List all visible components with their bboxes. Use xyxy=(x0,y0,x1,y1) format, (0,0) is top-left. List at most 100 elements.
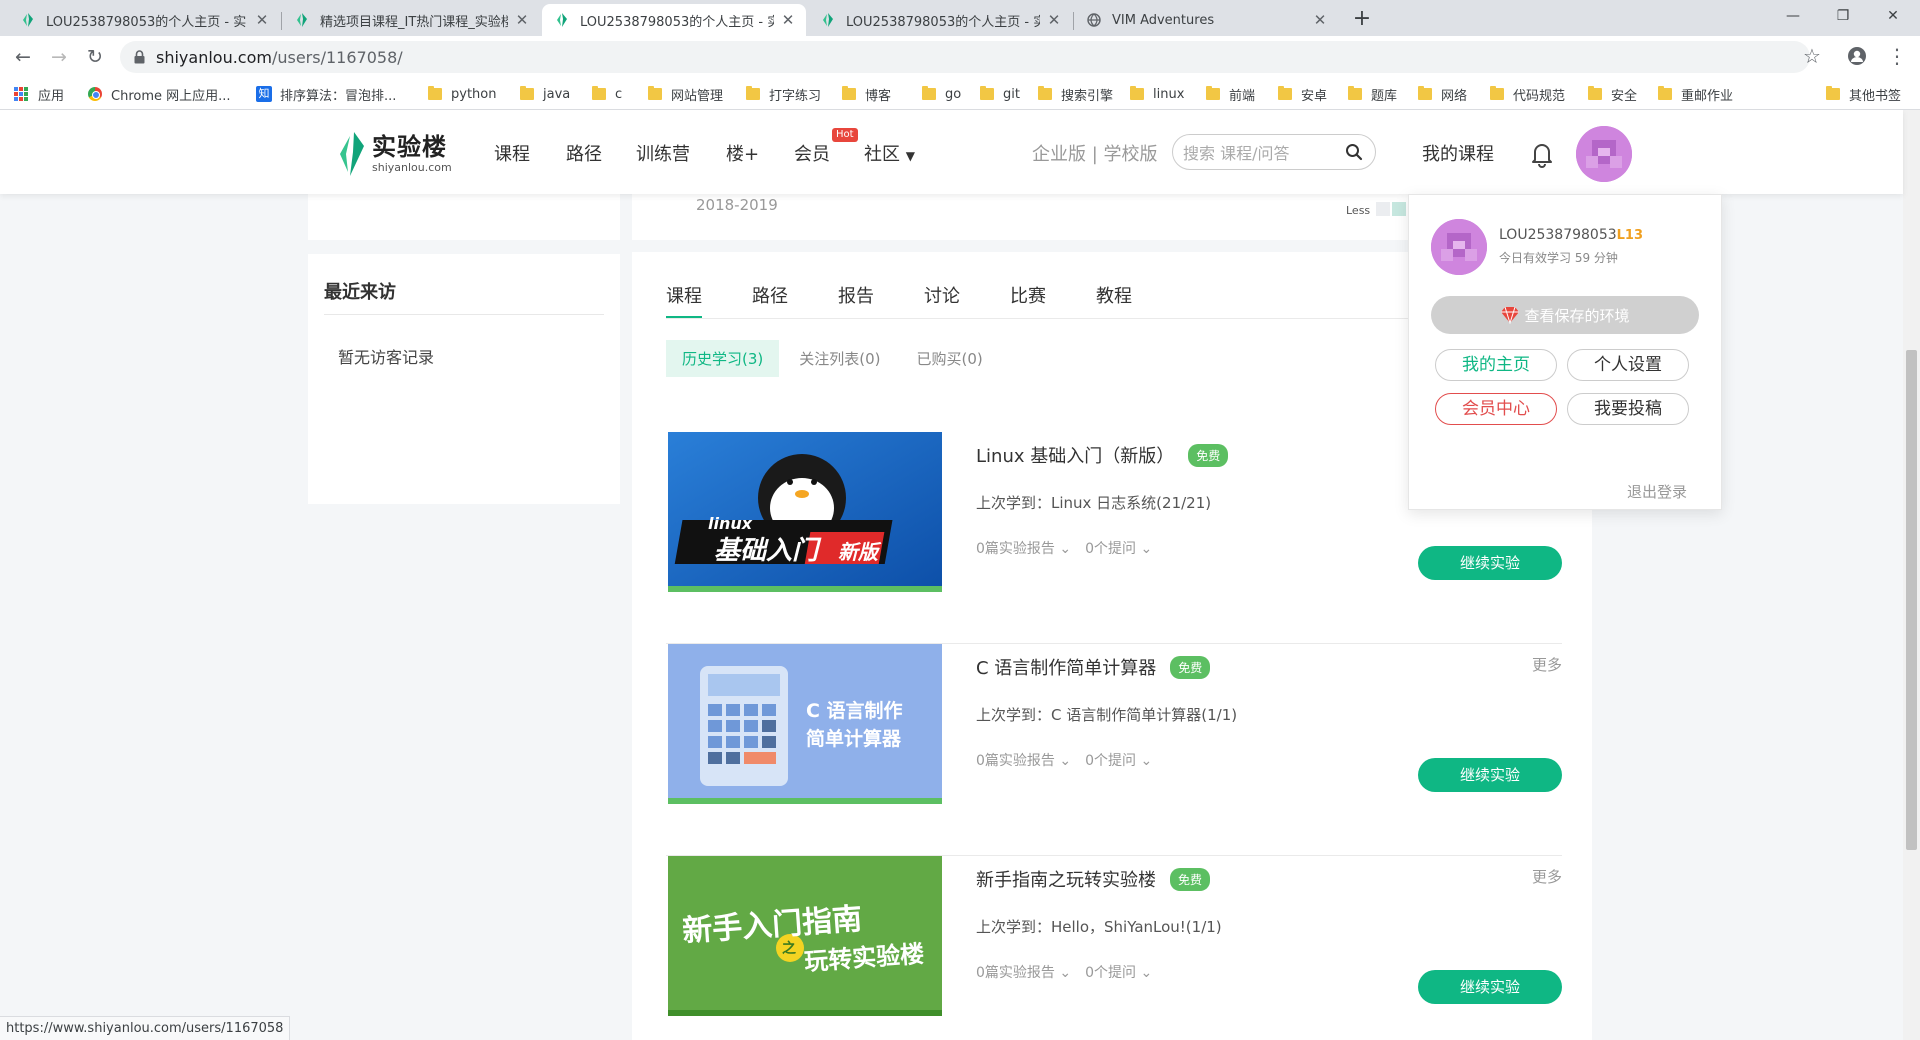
bookmark-item[interactable]: 重邮作业 xyxy=(1658,84,1733,104)
nav-community[interactable]: 社区 ▼ xyxy=(864,140,915,166)
tab-reports[interactable]: 报告 xyxy=(838,282,874,319)
calendar-year[interactable]: 2018-2019 xyxy=(696,196,778,214)
bookmark-label: git xyxy=(1003,86,1020,102)
bookmark-item[interactable]: 前端 xyxy=(1206,84,1255,104)
nav-vip[interactable]: 会员 xyxy=(794,140,830,166)
scrollbar-thumb[interactable] xyxy=(1906,350,1917,850)
dropdown-avatar[interactable] xyxy=(1431,219,1487,275)
course-title[interactable]: Linux 基础入门（新版） 免费 xyxy=(976,442,1229,468)
tab-tutorials[interactable]: 教程 xyxy=(1096,282,1132,319)
enterprise-school-link[interactable]: 企业版 | 学校版 xyxy=(1032,140,1158,166)
minimize-button[interactable]: — xyxy=(1770,0,1816,32)
more-link[interactable]: 更多 xyxy=(1532,654,1562,675)
questions-dropdown[interactable]: 0个提问 ⌄ xyxy=(1085,538,1152,558)
profile-icon[interactable] xyxy=(1847,46,1867,66)
browser-tab[interactable]: 精选项目课程_IT热门课程_实验楼 ✕ xyxy=(282,4,540,36)
nav-bootcamp[interactable]: 训练营 xyxy=(636,140,690,166)
user-avatar[interactable] xyxy=(1576,126,1632,182)
browser-tab[interactable]: LOU2538798053的个人主页 - 实 ✕ xyxy=(8,4,280,36)
address-bar[interactable]: shiyanlou.com/users/1167058/ xyxy=(120,41,1810,73)
reload-icon[interactable]: ↻ xyxy=(82,44,108,70)
browser-tab-active[interactable]: LOU2538798053的个人主页 - 实 ✕ xyxy=(542,4,806,36)
bookmark-item[interactable]: 网站管理 xyxy=(648,84,723,104)
forward-arrow-icon[interactable]: → xyxy=(46,44,72,70)
bookmark-star-icon[interactable]: ☆ xyxy=(1803,44,1821,68)
questions-dropdown[interactable]: 0个提问 ⌄ xyxy=(1085,962,1152,982)
course-thumbnail-guide[interactable]: 新手入门指南 之 玩转实验楼 xyxy=(668,856,942,1016)
back-arrow-icon[interactable]: ← xyxy=(10,44,36,70)
tab-contests[interactable]: 比赛 xyxy=(1010,282,1046,319)
tab-courses[interactable]: 课程 xyxy=(666,282,702,319)
bell-icon[interactable] xyxy=(1528,140,1556,168)
bookmark-item[interactable]: python xyxy=(428,84,496,104)
more-link[interactable]: 更多 xyxy=(1532,866,1562,887)
course-thumbnail-linux[interactable]: linux 基础入门 新版 xyxy=(668,432,942,592)
bookmark-item[interactable]: 搜索引擎 xyxy=(1038,84,1113,104)
nav-louplus[interactable]: 楼+ xyxy=(726,140,759,166)
close-icon[interactable]: ✕ xyxy=(254,11,270,29)
continue-button[interactable]: 继续实验 xyxy=(1418,546,1562,580)
nav-courses[interactable]: 课程 xyxy=(494,140,530,166)
tab-paths[interactable]: 路径 xyxy=(752,282,788,319)
search-input[interactable]: 搜索 课程/问答 xyxy=(1183,140,1345,164)
personal-settings-button[interactable]: 个人设置 xyxy=(1567,349,1689,381)
continue-button[interactable]: 继续实验 xyxy=(1418,758,1562,792)
close-icon[interactable]: ✕ xyxy=(1046,11,1062,29)
browser-menu-icon[interactable]: ⋮ xyxy=(1887,42,1907,70)
bookmark-item[interactable]: git xyxy=(980,84,1020,104)
course-title-text[interactable]: C 语言制作简单计算器 xyxy=(976,654,1156,680)
my-courses-link[interactable]: 我的课程 xyxy=(1422,140,1494,166)
last-learned[interactable]: 上次学到：Hello，ShiYanLou!(1/1) xyxy=(976,916,1222,937)
page-scrollbar[interactable] xyxy=(1903,110,1920,1040)
close-icon[interactable]: ✕ xyxy=(514,11,530,29)
search-icon[interactable] xyxy=(1345,143,1363,161)
course-title-text[interactable]: 新手指南之玩转实验楼 xyxy=(976,866,1156,892)
bookmark-item[interactable]: 知排序算法：冒泡排... xyxy=(256,84,396,104)
vip-center-button[interactable]: 会员中心 xyxy=(1435,393,1557,425)
saved-environments-button[interactable]: 查看保存的环境 xyxy=(1431,296,1699,334)
bookmark-item[interactable]: Chrome 网上应用... xyxy=(88,84,231,104)
new-tab-button[interactable]: + xyxy=(1348,6,1376,32)
bookmark-item[interactable]: go xyxy=(922,84,961,104)
browser-tab[interactable]: LOU2538798053的个人主页 - 实 ✕ xyxy=(808,4,1072,36)
close-icon[interactable]: ✕ xyxy=(780,11,796,29)
bookmark-item[interactable]: linux xyxy=(1130,84,1184,104)
subtab-purchased[interactable]: 已购买(0) xyxy=(901,340,999,377)
bookmark-item[interactable]: 博客 xyxy=(842,84,891,104)
bookmark-item[interactable]: java xyxy=(520,84,570,104)
last-learned[interactable]: 上次学到：Linux 日志系统(21/21) xyxy=(976,492,1211,513)
course-title[interactable]: C 语言制作简单计算器 免费 xyxy=(976,654,1211,680)
bookmark-item[interactable]: 其他书签 xyxy=(1826,84,1901,104)
browser-tab[interactable]: VIM Adventures ✕ xyxy=(1074,4,1338,36)
bookmark-item[interactable]: c xyxy=(592,84,622,104)
restore-button[interactable]: ❐ xyxy=(1820,0,1866,32)
bookmark-item[interactable]: 应用 xyxy=(14,84,64,104)
tab-discussions[interactable]: 讨论 xyxy=(924,282,960,319)
bookmark-item[interactable]: 安全 xyxy=(1588,84,1637,104)
bookmark-item[interactable]: 安卓 xyxy=(1278,84,1327,104)
bookmark-item[interactable]: 代码规范 xyxy=(1490,84,1565,104)
last-learned[interactable]: 上次学到：C 语言制作简单计算器(1/1) xyxy=(976,704,1237,725)
bookmark-item[interactable]: 题库 xyxy=(1348,84,1397,104)
course-title-text[interactable]: Linux 基础入门（新版） xyxy=(976,442,1174,468)
dropdown-username[interactable]: LOU2538798053L13 xyxy=(1499,227,1643,243)
continue-button[interactable]: 继续实验 xyxy=(1418,970,1562,1004)
questions-dropdown[interactable]: 0个提问 ⌄ xyxy=(1085,750,1152,770)
bookmark-item[interactable]: 打字练习 xyxy=(746,84,821,104)
close-icon[interactable]: ✕ xyxy=(1312,11,1328,29)
nav-paths[interactable]: 路径 xyxy=(566,140,602,166)
site-logo[interactable]: 实验楼 shiyanlou.com xyxy=(338,132,452,176)
reports-dropdown[interactable]: 0篇实验报告 ⌄ xyxy=(976,750,1071,770)
subtab-following[interactable]: 关注列表(0) xyxy=(783,340,896,377)
close-window-button[interactable]: ✕ xyxy=(1870,0,1916,32)
contribute-button[interactable]: 我要投稿 xyxy=(1567,393,1689,425)
course-thumbnail-calculator[interactable]: C 语言制作 简单计算器 xyxy=(668,644,942,804)
reports-dropdown[interactable]: 0篇实验报告 ⌄ xyxy=(976,538,1071,558)
logout-link[interactable]: 退出登录 xyxy=(1627,481,1687,502)
search-box[interactable]: 搜索 课程/问答 xyxy=(1172,134,1376,170)
subtab-history[interactable]: 历史学习(3) xyxy=(666,340,780,377)
course-title[interactable]: 新手指南之玩转实验楼 免费 xyxy=(976,866,1211,892)
reports-dropdown[interactable]: 0篇实验报告 ⌄ xyxy=(976,962,1071,982)
my-homepage-button[interactable]: 我的主页 xyxy=(1435,349,1557,381)
bookmark-item[interactable]: 网络 xyxy=(1418,84,1467,104)
